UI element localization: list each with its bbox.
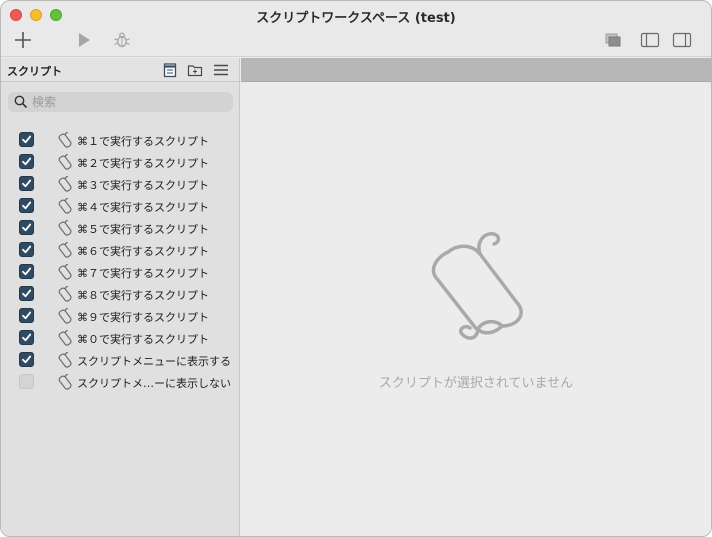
overlap-windows-button[interactable] <box>602 29 626 51</box>
checkmark-icon <box>22 267 32 276</box>
script-item-label: ⌘０で実行するスクリプト <box>77 333 209 346</box>
script-file-icon <box>57 263 73 281</box>
window-title: スクリプトワークスペース (test) <box>256 11 456 26</box>
right-sidebar-icon <box>672 32 692 48</box>
script-list-item[interactable]: ⌘６で実行するスクリプト <box>1 239 239 261</box>
folder-add-icon <box>187 65 203 77</box>
detail-header-bar <box>241 58 711 82</box>
checkmark-icon <box>22 333 32 342</box>
script-file-icon <box>57 329 73 347</box>
search-input[interactable] <box>32 93 227 111</box>
script-item-label: ⌘７で実行するスクリプト <box>77 267 209 280</box>
document-icon <box>163 63 177 78</box>
bug-icon <box>114 32 130 48</box>
enabled-checkbox-checked[interactable] <box>19 176 34 191</box>
enabled-checkbox-checked[interactable] <box>19 242 34 257</box>
sidebar-title: スクリプト <box>7 65 62 78</box>
script-list-item[interactable]: ⌘７で実行するスクリプト <box>1 261 239 283</box>
script-item-label: ⌘６で実行するスクリプト <box>77 245 209 258</box>
script-item-label: ⌘８で実行するスクリプト <box>77 289 209 302</box>
enabled-checkbox-checked[interactable] <box>19 308 34 323</box>
enabled-checkbox-checked[interactable] <box>19 264 34 279</box>
left-sidebar-icon <box>640 32 660 48</box>
script-file-icon <box>57 197 73 215</box>
checkmark-icon <box>22 179 32 188</box>
overlap-windows-icon <box>605 33 621 47</box>
script-list-item[interactable]: ⌘５で実行するスクリプト <box>1 217 239 239</box>
script-list-item[interactable]: ⌘０で実行するスクリプト <box>1 327 239 349</box>
script-file-icon <box>57 131 73 149</box>
title-bar: スクリプトワークスペース (test) <box>1 1 711 57</box>
script-file-icon <box>57 241 73 259</box>
checkmark-icon <box>22 135 32 144</box>
play-icon <box>79 33 90 47</box>
enabled-checkbox-checked[interactable] <box>19 132 34 147</box>
enabled-checkbox-checked[interactable] <box>19 198 34 213</box>
new-script-button[interactable] <box>12 29 36 51</box>
script-list-item[interactable]: ⌘３で実行するスクリプト <box>1 173 239 195</box>
new-folder-button[interactable] <box>186 61 204 79</box>
script-file-icon <box>57 307 73 325</box>
search-icon <box>14 95 28 109</box>
checkmark-icon <box>22 245 32 254</box>
script-scroll-icon <box>431 232 523 340</box>
script-list-item[interactable]: スクリプトメ…ーに表示しない <box>1 371 239 393</box>
script-file-icon <box>57 351 73 369</box>
enabled-checkbox-checked[interactable] <box>19 286 34 301</box>
toggle-right-sidebar-button[interactable] <box>671 29 695 51</box>
enabled-checkbox-checked[interactable] <box>19 154 34 169</box>
script-detail-pane: スクリプトが選択されていません <box>241 58 711 536</box>
script-list-item[interactable]: ⌘１で実行するスクリプト <box>1 129 239 151</box>
script-item-label: スクリプトメニューに表示する <box>77 355 231 368</box>
script-item-label: ⌘２で実行するスクリプト <box>77 157 209 170</box>
script-item-label: ⌘５で実行するスクリプト <box>77 223 209 236</box>
checkmark-icon <box>22 289 32 298</box>
no-script-selected-message: スクリプトが選択されていません <box>378 376 574 391</box>
script-file-icon <box>57 153 73 171</box>
script-list-item[interactable]: ⌘９で実行するスクリプト <box>1 305 239 327</box>
plus-icon <box>15 32 31 48</box>
script-item-label: ⌘４で実行するスクリプト <box>77 201 209 214</box>
sidebar-header: スクリプト <box>1 58 239 82</box>
script-item-label: ⌘３で実行するスクリプト <box>77 179 209 192</box>
script-list-item[interactable]: ⌘８で実行するスクリプト <box>1 283 239 305</box>
script-item-label: ⌘９で実行するスクリプト <box>77 311 209 324</box>
script-file-icon <box>57 219 73 237</box>
list-icon <box>214 64 228 76</box>
enabled-checkbox-unchecked[interactable] <box>19 374 34 389</box>
list-options-button[interactable] <box>212 61 230 79</box>
enabled-checkbox-checked[interactable] <box>19 220 34 235</box>
script-list-item[interactable]: ⌘２で実行するスクリプト <box>1 151 239 173</box>
enabled-checkbox-checked[interactable] <box>19 330 34 345</box>
script-sidebar: スクリプト 検索 ⌘１で実行するスクリプト ⌘２で実行するスクリプト ⌘３で実行… <box>1 58 240 536</box>
script-list-item[interactable]: スクリプトメニューに表示する <box>1 349 239 371</box>
checkmark-icon <box>22 355 32 364</box>
script-item-label: ⌘１で実行するスクリプト <box>77 135 209 148</box>
checkmark-icon <box>22 157 32 166</box>
search-field[interactable] <box>8 92 233 112</box>
script-file-icon <box>57 285 73 303</box>
script-workspace-window: スクリプトワークスペース (test) スクリプト 検索 ⌘１で実行するスクリプ… <box>0 0 712 537</box>
script-file-icon <box>57 373 73 391</box>
toggle-left-sidebar-button[interactable] <box>639 29 663 51</box>
checkmark-icon <box>22 223 32 232</box>
debug-script-button[interactable] <box>111 29 135 51</box>
new-script-file-button[interactable] <box>161 61 179 79</box>
run-script-button[interactable] <box>73 29 97 51</box>
script-item-label: スクリプトメ…ーに表示しない <box>77 377 231 390</box>
script-file-icon <box>57 175 73 193</box>
enabled-checkbox-checked[interactable] <box>19 352 34 367</box>
script-list-item[interactable]: ⌘４で実行するスクリプト <box>1 195 239 217</box>
checkmark-icon <box>22 311 32 320</box>
checkmark-icon <box>22 201 32 210</box>
